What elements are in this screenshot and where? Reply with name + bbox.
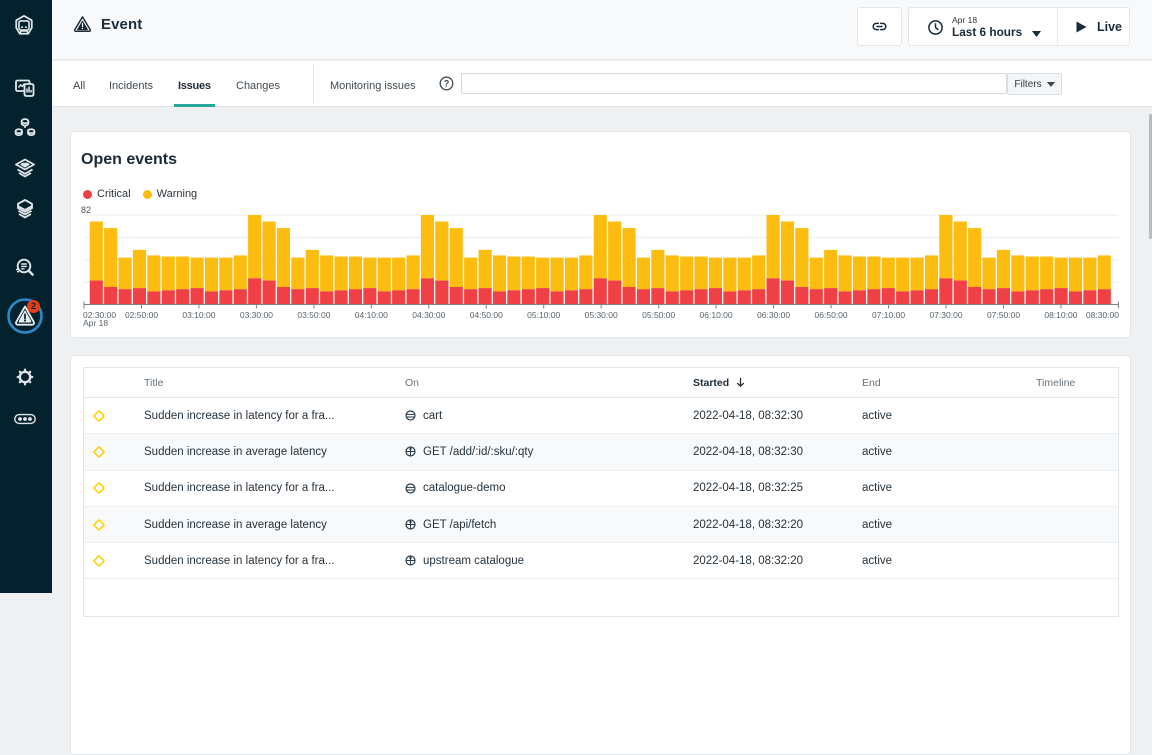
svg-text:08:30:00: 08:30:00	[1086, 310, 1119, 320]
svg-text:05:30:00: 05:30:00	[585, 310, 618, 320]
svg-text:05:10:00: 05:10:00	[527, 310, 560, 320]
svg-text:06:10:00: 06:10:00	[700, 310, 733, 320]
svg-text:Apr 18: Apr 18	[83, 318, 108, 328]
svg-text:07:10:00: 07:10:00	[872, 310, 905, 320]
svg-text:07:50:00: 07:50:00	[987, 310, 1020, 320]
svg-text:06:50:00: 06:50:00	[815, 310, 848, 320]
svg-text:04:30:00: 04:30:00	[412, 310, 445, 320]
svg-text:03:50:00: 03:50:00	[297, 310, 330, 320]
svg-text:05:50:00: 05:50:00	[642, 310, 675, 320]
svg-text:02:50:00: 02:50:00	[125, 310, 158, 320]
svg-text:03:10:00: 03:10:00	[182, 310, 215, 320]
svg-text:?: ?	[444, 79, 450, 89]
svg-text:04:10:00: 04:10:00	[355, 310, 388, 320]
svg-text:07:30:00: 07:30:00	[929, 310, 962, 320]
svg-text:03:30:00: 03:30:00	[240, 310, 273, 320]
svg-text:04:50:00: 04:50:00	[470, 310, 503, 320]
svg-text:06:30:00: 06:30:00	[757, 310, 790, 320]
svg-text:08:10:00: 08:10:00	[1044, 310, 1077, 320]
